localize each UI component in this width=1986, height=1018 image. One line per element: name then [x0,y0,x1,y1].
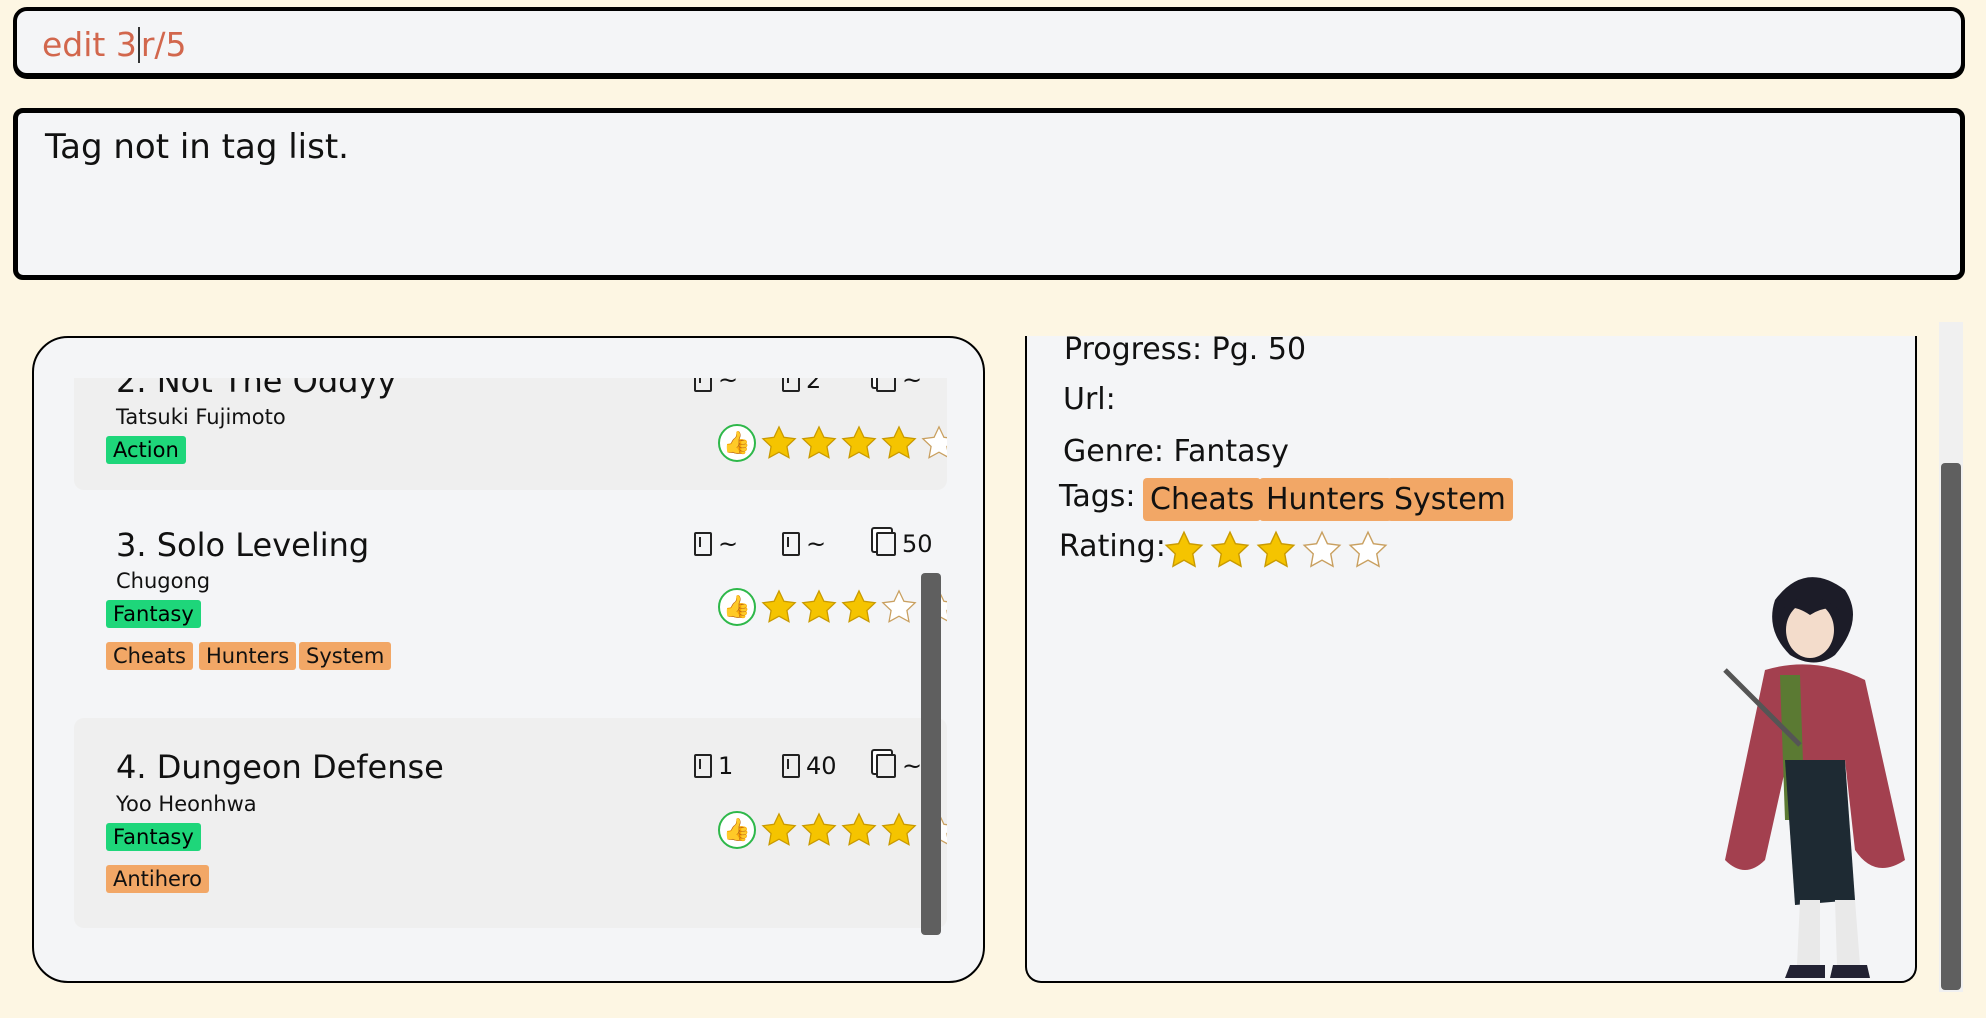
detail-tag: Hunters [1259,478,1392,521]
item-title: 4. Dungeon Defense [116,748,444,786]
result-display: Tag not in tag list. [13,108,1965,280]
list-item[interactable]: 4. Dungeon Defense Yoo Heonhwa 1 40 ~ Fa… [74,718,947,928]
star-filled-icon [761,812,797,846]
star-filled-icon [1256,530,1296,568]
audio-stat: ~ [694,378,738,394]
command-box[interactable]: edit 3 r/5 [13,7,1965,77]
genre-tag: Fantasy [106,823,201,851]
tag: Hunters [199,642,297,670]
book-list[interactable]: 2. Not The Oddyy Tatsuki Fujimoto ~ 2 ~ … [74,378,947,978]
star-filled-icon [761,425,797,459]
star-filled-icon [801,589,837,623]
bookmark-icon [782,754,800,778]
rating-stars [760,811,947,849]
star-empty-icon [1348,530,1388,568]
bookmark-stat: ~ [782,530,826,558]
rating-stars [760,588,947,626]
star-filled-icon [1210,530,1250,568]
star-filled-icon [881,425,917,459]
list-item[interactable]: 2. Not The Oddyy Tatsuki Fujimoto ~ 2 ~ … [74,378,947,490]
item-author: Tatsuki Fujimoto [116,405,286,429]
tag: Cheats [106,642,193,670]
command-input[interactable]: edit 3 r/5 [42,25,187,64]
result-message: Tag not in tag list. [45,127,349,167]
star-empty-icon [1302,530,1342,568]
star-filled-icon [801,812,837,846]
genre-tag: Fantasy [106,600,201,628]
item-author: Chugong [116,569,211,593]
list-item[interactable]: 3. Solo Leveling Chugong ~ ~ 50 Fantasy … [74,508,947,708]
detail-tag: System [1387,478,1513,521]
list-scrollbar[interactable] [921,573,941,935]
genre-tag: Action [106,436,186,464]
pages-stat: 50 [876,530,933,558]
tag: Antihero [106,865,209,893]
thumbs-up-icon: 👍 [718,811,756,849]
bookmark-icon [782,378,800,392]
pages-stat: ~ [876,752,922,780]
progress-label: Progress: Pg. 50 [1064,336,1307,367]
thumbs-up-icon: 👍 [718,588,756,626]
item-title: 3. Solo Leveling [116,526,370,564]
star-filled-icon [841,425,877,459]
pages-stat: ~ [876,378,922,394]
star-empty-icon [881,589,917,623]
url-label: Url: [1063,382,1116,417]
tags-label: Tags: [1059,479,1136,514]
star-filled-icon [1164,530,1204,568]
star-filled-icon [881,812,917,846]
character-illustration [1723,577,1905,978]
item-author: Yoo Heonhwa [116,792,257,816]
audiobook-icon [694,754,712,778]
text-caret [137,27,140,63]
thumbs-up-icon: 👍 [718,424,756,462]
star-filled-icon [801,425,837,459]
audio-stat: 1 [694,752,733,780]
tag: System [299,642,392,670]
bookmark-stat: 40 [782,752,837,780]
audio-stat: ~ [694,530,738,558]
rating-label: Rating: [1059,529,1166,564]
star-empty-icon [921,425,947,459]
pages-icon [876,532,896,556]
item-title: 2. Not The Oddyy [116,378,397,400]
rating-stars [760,424,947,462]
pages-icon [876,754,896,778]
book-list-panel: 2. Not The Oddyy Tatsuki Fujimoto ~ 2 ~ … [32,336,985,983]
audiobook-icon [694,532,712,556]
genre-label: Genre: Fantasy [1063,434,1289,469]
detail-scrollbar[interactable] [1941,463,1961,990]
star-filled-icon [841,812,877,846]
detail-tag: Cheats [1143,478,1262,521]
audiobook-icon [694,378,712,392]
detail-rating-stars [1163,529,1389,571]
bookmark-stat: 2 [782,378,821,394]
star-filled-icon [761,589,797,623]
pages-icon [876,378,896,392]
bookmark-icon [782,532,800,556]
star-filled-icon [841,589,877,623]
